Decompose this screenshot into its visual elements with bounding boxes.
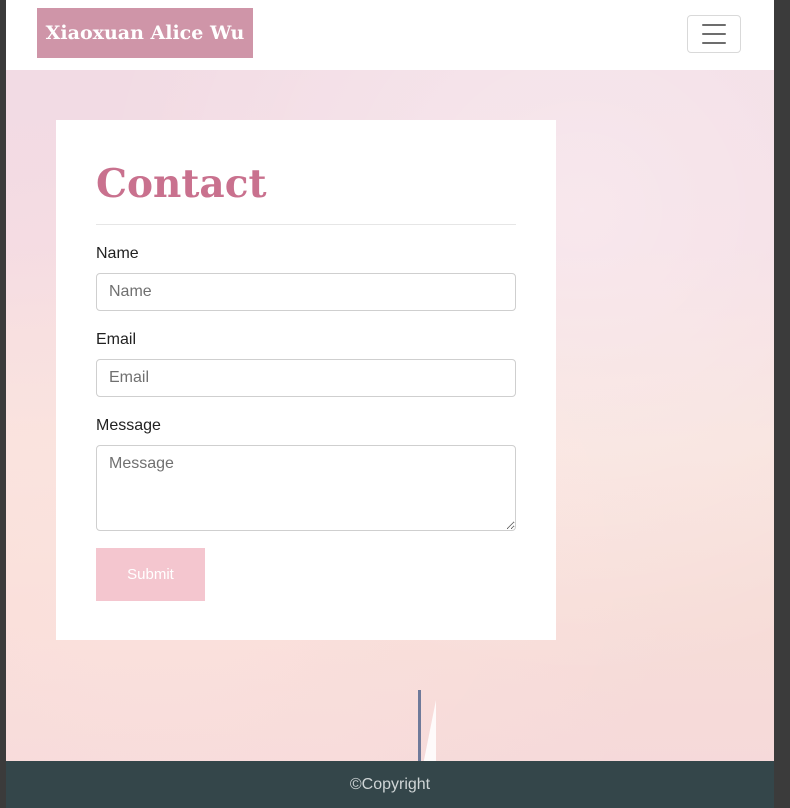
email-label: Email: [96, 331, 137, 348]
brand-logo[interactable]: Xiaoxuan Alice Wu: [37, 8, 253, 58]
hamburger-menu-icon: [702, 24, 726, 26]
message-label: Message: [96, 417, 161, 434]
submit-button[interactable]: Submit: [96, 548, 205, 601]
title-divider: [96, 224, 516, 225]
hamburger-menu-icon-bar: [702, 33, 726, 35]
page-title: Contact: [96, 161, 267, 207]
email-input[interactable]: [96, 359, 516, 397]
contact-card: Contact Name Email Message Submit: [56, 120, 556, 640]
page-viewport: Xiaoxuan Alice Wu Contact Name Email Mes…: [6, 0, 774, 808]
name-input[interactable]: [96, 273, 516, 311]
navbar: Xiaoxuan Alice Wu: [6, 0, 774, 70]
footer: ©Copyright: [6, 761, 774, 808]
name-label: Name: [96, 245, 139, 262]
navbar-toggle-button[interactable]: [687, 15, 741, 53]
copyright-text: ©Copyright: [349, 775, 431, 793]
hamburger-menu-icon-bar: [702, 42, 726, 44]
message-textarea[interactable]: [96, 445, 516, 531]
